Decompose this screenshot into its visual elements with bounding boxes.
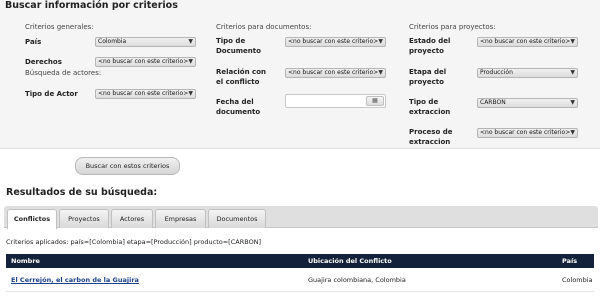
conflict-link[interactable]: El Cerrejón, el carbon de la Guajira (11, 276, 139, 284)
derechos-select[interactable]: <no buscar con este criterio> ▼ (95, 57, 196, 67)
actores-criteria-title: Búsqueda de actores: (25, 69, 102, 77)
chevron-down-icon: ▼ (188, 38, 193, 45)
search-panel: Buscar información por criterios Criteri… (0, 0, 600, 148)
proyectos-criteria-title: Criterios para proyectos: (409, 23, 496, 31)
tipo-extraccion-label-line2: extraccion (409, 108, 451, 116)
estado-proyecto-label-line2: proyecto (409, 47, 444, 55)
results-title: Resultados de su búsqueda: (6, 187, 158, 198)
chevron-down-icon: ▼ (570, 38, 575, 45)
documentos-criteria-title: Criterios para documentos: (216, 23, 312, 31)
general-criteria-title: Criterios generales: (25, 23, 94, 31)
chevron-down-icon: ▼ (570, 69, 575, 76)
etapa-proyecto-select[interactable]: Producción ▼ (477, 68, 578, 78)
tipo-documento-select[interactable]: <no buscar con este criterio> ▼ (285, 37, 386, 47)
chevron-down-icon: ▼ (570, 129, 575, 136)
proceso-extraccion-label-line2: extraccion (409, 138, 451, 146)
estado-proyecto-label: Estado del proyecto (409, 36, 450, 56)
tab-documentos[interactable]: Documentos (208, 209, 266, 228)
derechos-select-value: <no buscar con este criterio> (98, 58, 189, 65)
tipo-extraccion-select[interactable]: CARBON ▼ (477, 98, 578, 108)
proceso-extraccion-label: Proceso de extraccion (409, 127, 452, 147)
proceso-extraccion-select[interactable]: <no buscar con este criterio> ▼ (477, 128, 578, 138)
derechos-label: Derechos (25, 58, 62, 66)
fecha-documento-label: Fecha del documento (216, 97, 260, 117)
tab-proyectos[interactable]: Proyectos (59, 209, 109, 228)
tipo-extraccion-select-value: CARBON (480, 99, 506, 106)
divider (0, 148, 600, 149)
fecha-documento-label-line2: documento (216, 108, 261, 116)
estado-proyecto-label-line1: Estado del (409, 37, 451, 45)
column-header-nombre: Nombre (11, 257, 40, 265)
tipo-documento-label: Tipo de Documento (216, 36, 261, 56)
tipo-extraccion-label: Tipo de extraccion (409, 97, 450, 117)
etapa-proyecto-label-line2: proyecto (409, 78, 444, 86)
estado-proyecto-select-value: <no buscar con este criterio> (480, 38, 571, 45)
pais-label: País (25, 38, 42, 46)
fecha-documento-label-line1: Fecha del (216, 98, 254, 106)
chevron-down-icon: ▼ (378, 38, 383, 45)
estado-proyecto-select[interactable]: <no buscar con este criterio> ▼ (477, 37, 578, 47)
column-header-ubicacion: Ubicación del Conflicto (308, 257, 392, 265)
tipo-documento-label-line2: Documento (216, 47, 261, 55)
conflict-country: Colombia (562, 276, 593, 284)
tipo-extraccion-label-line1: Tipo de (409, 98, 439, 106)
table-header: Nombre Ubicación del Conflicto País (6, 254, 594, 268)
tipo-actor-select[interactable]: <no buscar con este criterio> ▼ (95, 89, 196, 99)
tipo-actor-label: Tipo de Actor (25, 90, 78, 98)
proceso-extraccion-select-value: <no buscar con este criterio> (480, 129, 571, 136)
conflict-location: Guajira colombiana, Colombia (308, 276, 406, 284)
relacion-conflicto-select[interactable]: <no buscar con este criterio> ▼ (285, 68, 386, 78)
relacion-conflicto-label-line2: el conflicto (216, 78, 260, 86)
pais-select[interactable]: Colombia ▼ (95, 37, 196, 47)
proceso-extraccion-label-line1: Proceso de (409, 128, 453, 136)
calendar-icon[interactable]: ▦ (366, 96, 384, 106)
fecha-documento-input[interactable]: ▦ (285, 94, 386, 108)
chevron-down-icon: ▼ (188, 58, 193, 65)
etapa-proyecto-select-value: Producción (480, 69, 513, 76)
search-panel-title: Buscar información por criterios (5, 0, 178, 11)
search-button[interactable]: Buscar con estos criterios (75, 157, 180, 175)
tipo-documento-label-line1: Tipo de (216, 37, 246, 45)
etapa-proyecto-label-line1: Etapa del (409, 68, 447, 76)
relacion-conflicto-label: Relación con el conflicto (216, 67, 266, 87)
relacion-conflicto-select-value: <no buscar con este criterio> (288, 69, 379, 76)
column-header-pais: País (562, 257, 578, 265)
etapa-proyecto-label: Etapa del proyecto (409, 67, 446, 87)
applied-criteria: Criterios aplicados: país=[Colombia] eta… (6, 238, 262, 246)
relacion-conflicto-label-line1: Relación con (216, 68, 266, 76)
table-row: El Cerrejón, el carbon de la Guajira Gua… (6, 268, 594, 292)
tab-empresas[interactable]: Empresas (155, 209, 206, 228)
tab-conflictos[interactable]: Conflictos (7, 209, 57, 229)
tipo-actor-select-value: <no buscar con este criterio> (98, 90, 189, 97)
chevron-down-icon: ▼ (570, 99, 575, 106)
tipo-documento-select-value: <no buscar con este criterio> (288, 38, 379, 45)
chevron-down-icon: ▼ (188, 90, 193, 97)
pais-select-value: Colombia (98, 38, 127, 45)
results-tabs: Conflictos Proyectos Actores Empresas Do… (4, 206, 598, 229)
chevron-down-icon: ▼ (378, 69, 383, 76)
tab-actores[interactable]: Actores (111, 209, 153, 228)
